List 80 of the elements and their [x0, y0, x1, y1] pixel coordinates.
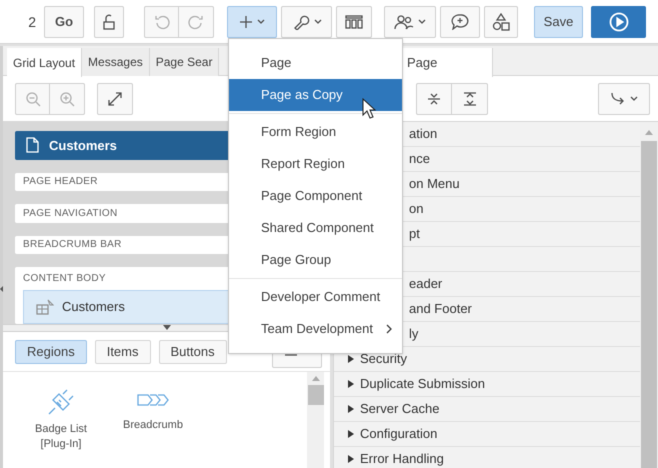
caret-icon: [257, 18, 265, 24]
section-label: CONTENT BODY: [23, 272, 107, 286]
group-label: ation: [409, 125, 438, 144]
property-group-header[interactable]: Duplicate Submission: [334, 372, 640, 397]
shared-components-button[interactable]: [484, 6, 518, 38]
group-label: nce: [409, 150, 430, 168]
panel-tab[interactable]: Page Sear: [150, 48, 220, 76]
group-label: pt: [409, 225, 420, 244]
expand-all-button[interactable]: [452, 82, 488, 114]
collapse-icon: [427, 92, 441, 106]
scrollbar[interactable]: [307, 372, 324, 468]
go-to-group-button[interactable]: [598, 82, 650, 114]
comment-button[interactable]: [440, 6, 480, 38]
run-button[interactable]: [591, 6, 646, 38]
group-label: eader: [409, 275, 442, 294]
breadcrumb-icon: [137, 394, 169, 406]
lock-button[interactable]: [94, 6, 124, 38]
layout-button[interactable]: [336, 6, 372, 38]
zoom-out-icon: [24, 90, 40, 106]
group-label: on: [409, 200, 424, 218]
section-label: BREADCRUMB BAR: [23, 238, 122, 252]
play-icon: [608, 12, 628, 32]
group-label: Server Cache: [360, 400, 440, 418]
utilities-button[interactable]: [281, 6, 332, 38]
panel-tab[interactable]: Grid Layout: [7, 48, 82, 77]
columns-icon: [345, 14, 363, 28]
gallery-tab[interactable]: Buttons: [158, 340, 227, 364]
group-label: and Footer: [409, 300, 472, 318]
caret-icon: [630, 96, 638, 102]
save-button[interactable]: Save: [534, 6, 583, 38]
document-icon: [25, 137, 39, 154]
collapse-all-button[interactable]: [416, 82, 452, 114]
panel-tab[interactable]: Messages: [82, 48, 150, 76]
table-pointer-icon: [36, 299, 54, 316]
scroll-up-icon: [645, 130, 653, 135]
arrow-turn-icon: [610, 92, 626, 106]
expand-all-icon: [462, 92, 476, 106]
region-title: Customers: [62, 298, 125, 316]
menu-item[interactable]: Page as Copy: [229, 79, 402, 111]
expand-button[interactable]: [97, 82, 133, 114]
group-label: on Menu: [409, 175, 460, 194]
users-icon: [394, 14, 414, 30]
property-group-header[interactable]: Configuration: [334, 422, 640, 447]
plus-icon: [239, 14, 253, 28]
triangle-right-icon: [348, 455, 354, 463]
team-button[interactable]: [384, 6, 436, 38]
mouse-pointer-icon: [362, 98, 376, 120]
scroll-up-icon: [312, 376, 320, 381]
undo-icon: [154, 14, 170, 30]
expand-icon: [107, 90, 123, 106]
redo-icon: [188, 14, 204, 30]
property-group-header[interactable]: Server Cache: [334, 397, 640, 422]
group-label: ly: [409, 325, 418, 344]
gallery-item-label[interactable]: Breadcrumb: [123, 418, 183, 433]
triangle-right-icon: [348, 355, 354, 363]
padlock-icon: [101, 14, 117, 30]
zoom-in-icon: [59, 90, 75, 106]
scrollbar[interactable]: [640, 122, 658, 468]
section-label: PAGE HEADER: [23, 175, 98, 190]
gallery-tab[interactable]: Items: [94, 340, 150, 364]
page-title: Customers: [49, 136, 117, 155]
group-label: Duplicate Submission: [360, 375, 486, 394]
go-button[interactable]: Go: [44, 6, 84, 38]
caret-icon: [314, 18, 322, 24]
gallery-tab[interactable]: Regions: [15, 340, 87, 364]
triangle-right-icon: [348, 430, 354, 438]
caret-icon: [418, 18, 426, 24]
triangle-right-icon: [348, 380, 354, 388]
splitter-triangle-icon: [162, 325, 170, 330]
chevron-right-icon: [386, 324, 392, 334]
shapes-icon: [492, 12, 510, 30]
group-label: Security: [360, 350, 407, 368]
section-label: PAGE NAVIGATION: [23, 206, 118, 221]
group-label: Configuration: [360, 425, 438, 444]
triangle-right-icon: [348, 405, 354, 413]
scrollbar-thumb[interactable]: [641, 141, 657, 468]
scrollbar-thumb[interactable]: [308, 385, 324, 405]
comment-plus-icon: [451, 14, 469, 30]
group-label: Error Handling: [360, 450, 444, 468]
gallery-item-label[interactable]: Badge List [Plug-In]: [21, 422, 101, 452]
